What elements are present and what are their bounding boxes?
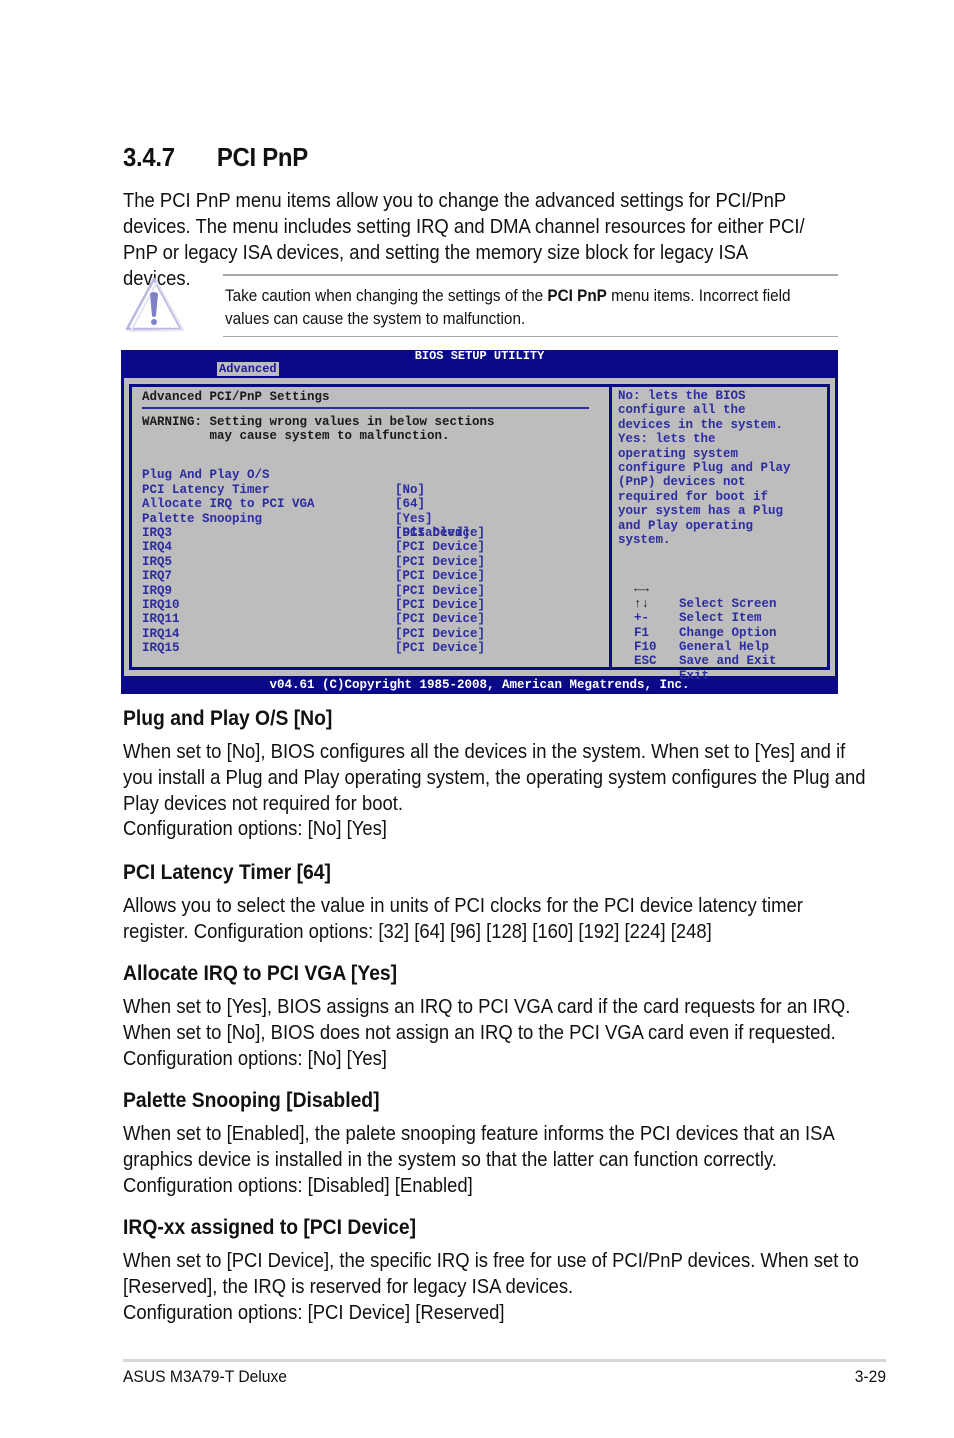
bios-frame: Advanced PCI/PnP Settings WARNING: Setti…: [124, 378, 835, 683]
key-row-select-screen: ←→ Select Screen: [634, 568, 777, 610]
setting-row-pci-latency-timer[interactable]: PCI Latency Timer [64]: [142, 468, 425, 511]
description-body: When set to [No], BIOS configures all th…: [123, 739, 870, 842]
key-row-change-option: +- Change Option: [634, 597, 777, 639]
page-number: 3-29: [854, 1367, 886, 1386]
irq-label: IRQ3: [142, 526, 173, 540]
help-line: Yes: lets the: [618, 432, 716, 447]
setting-value[interactable]: [Yes]: [395, 512, 433, 526]
settings-panel: Advanced PCI/PnP Settings WARNING: Setti…: [129, 384, 609, 670]
description-allocate-irq-vga: Allocate IRQ to PCI VGA [Yes] When set t…: [123, 961, 883, 1071]
help-line: operating system: [618, 446, 739, 461]
description-heading: Plug and Play O/S [No]: [123, 707, 333, 730]
irq-label: IRQ7: [142, 569, 173, 584]
key-legend: ←→ Select Screen ↑↓ Select Item +- Chang…: [634, 568, 777, 682]
description-options: Configuration options: [No] [Yes]: [123, 817, 387, 841]
irq-label: IRQ15: [142, 641, 180, 656]
setting-value[interactable]: [No]: [395, 483, 425, 497]
description-body: When set to [Enabled], the palete snoopi…: [123, 1122, 834, 1197]
key-name: ESC: [634, 654, 657, 669]
description-options: Configuration options: [PCI Device] [Res…: [123, 1300, 505, 1324]
key-row-select-item: ↑↓ Select Item: [634, 582, 762, 625]
irq-value[interactable]: [PCI Device]: [395, 569, 485, 583]
caution-text-bold: PCI PnP: [547, 286, 607, 305]
setting-row-palette-snooping[interactable]: Palette Snooping [Disabled]: [142, 497, 470, 540]
caution-note: Take caution when changing the settings …: [123, 274, 838, 338]
irq-label: IRQ5: [142, 554, 173, 569]
description-palette-snooping: Palette Snooping [Disabled] When set to …: [123, 1088, 883, 1198]
irq-value[interactable]: [PCI Device]: [395, 526, 485, 540]
help-line: system.: [618, 533, 671, 548]
description-body: Allows you to select the value in units …: [123, 894, 803, 943]
section-number: 3.4.7: [123, 142, 175, 172]
help-line: required for boot if: [618, 489, 769, 504]
key-row-general-help: F1 General Help: [634, 611, 769, 654]
setting-row-allocate-irq-vga[interactable]: Allocate IRQ to PCI VGA [Yes]: [142, 483, 433, 525]
tab-advanced[interactable]: Advanced: [217, 362, 279, 376]
help-text: No: lets the BIOS configure all the devi…: [618, 389, 828, 547]
caution-text: Take caution when changing the settings …: [225, 284, 837, 330]
description-text: When set to [No], BIOS configures all th…: [123, 740, 866, 815]
irq-value[interactable]: [PCI Device]: [395, 598, 485, 612]
description-plug-and-play: Plug and Play O/S [No] When set to [No],…: [123, 706, 883, 842]
caution-rule-bottom: [223, 336, 838, 337]
bios-copyright: v04.61 (C)Copyright 1985-2008, American …: [269, 678, 690, 692]
panel-title: Advanced PCI/PnP Settings: [142, 390, 330, 404]
key-row-exit: ESC Exit: [634, 640, 709, 682]
caution-rule-top: [223, 274, 838, 276]
irq-label: IRQ9: [142, 583, 173, 598]
warning-line-1: WARNING: Setting wrong values in below s…: [142, 415, 495, 429]
irq-value[interactable]: [PCI Device]: [395, 555, 485, 569]
setting-label: Palette Snooping: [142, 511, 263, 526]
help-line: and Play operating: [618, 518, 754, 533]
irq-label: IRQ11: [142, 612, 180, 627]
help-line: No: lets the BIOS: [618, 389, 746, 403]
warning-line-2: may cause system to malfunction.: [142, 429, 450, 443]
description-heading: PCI Latency Timer [64]: [123, 861, 331, 884]
irq-value[interactable]: [PCI Device]: [395, 540, 485, 554]
setting-value[interactable]: [64]: [395, 497, 425, 511]
irq-value[interactable]: [PCI Device]: [395, 641, 485, 655]
help-line: configure all the: [618, 403, 746, 418]
irq-value[interactable]: [PCI Device]: [395, 584, 485, 598]
key-row-save-exit: F10 Save and Exit: [634, 626, 777, 668]
section-title: 3.4.7 PCI PnP: [123, 142, 308, 173]
description-heading: IRQ-xx assigned to [PCI Device]: [123, 1216, 417, 1239]
section-name: PCI PnP: [216, 142, 308, 172]
description-body: When set to [Yes], BIOS assigns an IRQ t…: [123, 995, 851, 1070]
panel-separator: [142, 407, 589, 409]
description-irq-assignment: IRQ-xx assigned to [PCI Device] When set…: [123, 1215, 883, 1325]
irq-label: IRQ4: [142, 540, 173, 555]
bios-screen: BIOS SETUP UTILITY Advanced Advanced PCI…: [121, 350, 838, 694]
irq-label: IRQ14: [142, 626, 180, 641]
help-line: devices in the system.: [618, 417, 784, 432]
help-line: configure Plug and Play: [618, 461, 791, 476]
description-pci-latency-timer: PCI Latency Timer [64] Allows you to sel…: [123, 860, 883, 945]
caution-text-start: Take caution when changing the settings …: [225, 286, 548, 305]
product-name: ASUS M3A79-T Deluxe: [123, 1367, 288, 1386]
irq-value[interactable]: [PCI Device]: [395, 627, 485, 641]
description-body: When set to [PCI Device], the specific I…: [123, 1248, 870, 1325]
settings-list: Plug And Play O/S [No] PCI Latency Timer…: [142, 454, 470, 540]
setting-row-plug-and-play[interactable]: Plug And Play O/S [No]: [142, 454, 425, 496]
footer-rule: [123, 1359, 886, 1362]
page-footer: ASUS M3A79-T Deluxe 3-29: [123, 1359, 886, 1386]
description-text: When set to [PCI Device], the specific I…: [123, 1249, 859, 1298]
irq-value[interactable]: [PCI Device]: [395, 612, 485, 626]
warning-triangle-icon: [125, 277, 185, 332]
description-heading: Allocate IRQ to PCI VGA [Yes]: [123, 962, 398, 985]
irq-label: IRQ10: [142, 597, 180, 612]
description-heading: Palette Snooping [Disabled]: [123, 1089, 380, 1112]
help-line: your system has a Plug: [618, 504, 784, 519]
help-line: (PnP) devices not: [618, 475, 746, 490]
